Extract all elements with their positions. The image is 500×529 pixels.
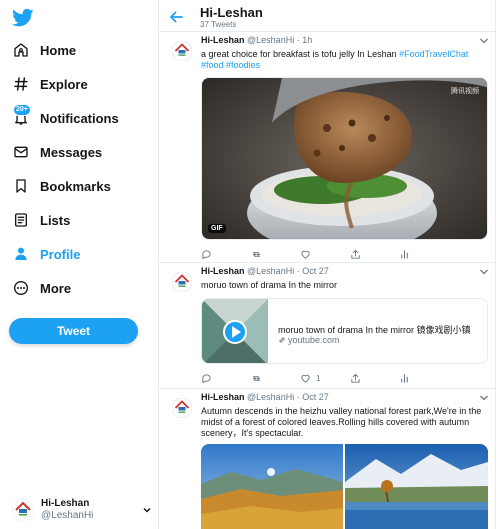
nav-notifications-label: Notifications: [40, 110, 119, 126]
retweet-icon: [252, 251, 260, 257]
nav-explore-label: Explore: [40, 76, 88, 92]
gif-badge: GIF: [208, 224, 226, 233]
page-title: Hi-Leshan: [200, 5, 263, 20]
avatar[interactable]: [172, 41, 192, 61]
reply-button[interactable]: [201, 372, 243, 384]
media-watermark: 腾讯视频: [451, 88, 479, 95]
avatar[interactable]: [172, 398, 192, 418]
hashtag-link[interactable]: #food: [201, 60, 224, 70]
nav-bookmarks[interactable]: Bookmarks: [12, 174, 111, 198]
tweet-text: Autumn descends in the heizhu valley nat…: [201, 406, 482, 438]
tweet-text: moruo town of drama In the mirror: [201, 280, 338, 290]
nav-profile[interactable]: Profile: [12, 242, 80, 266]
heart-icon: [301, 250, 310, 259]
analytics-button[interactable]: [399, 248, 441, 260]
reply-icon: [202, 249, 211, 259]
like-button[interactable]: 1: [300, 372, 342, 384]
autumn-photo-left[interactable]: [201, 444, 488, 529]
reply-icon: [202, 373, 211, 383]
share-icon: [350, 249, 360, 259]
sidebar: Home Explore 20+ Notifications Messages …: [0, 0, 158, 529]
link-card-domain: youtube.com: [278, 335, 340, 345]
tweet-handle: @LeshanHi: [247, 392, 295, 402]
tweet-author-name[interactable]: Hi-Leshan: [201, 266, 245, 276]
account-name: Hi-Leshan: [41, 498, 90, 509]
more-icon: [12, 279, 30, 297]
share-icon: [350, 373, 360, 383]
tweet-photos: [201, 444, 488, 529]
twitter-logo-icon[interactable]: [12, 8, 34, 28]
like-button[interactable]: [300, 248, 342, 260]
account-switcher[interactable]: Hi-Leshan @LeshanHi: [12, 496, 152, 524]
timeline: Hi-Leshan 37 Tweets Hi-Leshan @LeshanHi …: [158, 0, 496, 529]
analytics-button[interactable]: [399, 372, 441, 384]
chevron-down-icon: [143, 507, 151, 513]
tweet-author-name[interactable]: Hi-Leshan: [201, 392, 245, 402]
link-card[interactable]: moruo town of drama In the mirror 镜像戏剧小镇…: [201, 298, 488, 364]
share-button[interactable]: [350, 372, 392, 384]
tweet-author-name[interactable]: Hi-Leshan: [201, 35, 245, 45]
tweet-gif[interactable]: 腾讯视频 GIF: [201, 77, 488, 240]
tweet-text: a great choice for breakfast is tofu jel…: [201, 49, 469, 70]
tweet-handle: @LeshanHi: [247, 266, 295, 276]
retweet-icon: [252, 375, 260, 381]
tweet-header: Hi-Leshan @LeshanHi · 1h: [201, 35, 313, 45]
nav-more[interactable]: More: [12, 276, 71, 300]
profile-header: Hi-Leshan 37 Tweets: [159, 0, 495, 32]
person-icon: [12, 245, 30, 263]
video-thumbnail: [202, 299, 268, 363]
tweet-handle: @LeshanHi: [247, 35, 295, 45]
tweet-time[interactable]: Oct 27: [302, 392, 329, 402]
nav-profile-label: Profile: [40, 246, 81, 262]
tweet-header: Hi-Leshan @LeshanHi · Oct 27: [201, 266, 329, 276]
nav-home-label: Home: [40, 42, 77, 58]
nav-messages-label: Messages: [40, 144, 103, 160]
nav-messages[interactable]: Messages: [12, 140, 102, 164]
tweet-time[interactable]: 1h: [302, 35, 312, 45]
nav-more-label: More: [40, 280, 72, 296]
notifications-badge: 20+: [13, 104, 31, 116]
nav-notifications[interactable]: 20+ Notifications: [12, 104, 119, 130]
share-button[interactable]: [350, 248, 392, 260]
tweet-menu-caret-icon[interactable]: [479, 37, 489, 45]
nav-home[interactable]: Home: [12, 38, 76, 62]
tweet-item[interactable]: Hi-Leshan @LeshanHi · Oct 27 Autumn desc…: [159, 390, 495, 529]
tweet-count: 37 Tweets: [200, 20, 237, 29]
envelope-icon: [12, 143, 30, 161]
list-icon: [12, 211, 30, 229]
back-arrow-icon[interactable]: [169, 10, 183, 24]
account-handle: @LeshanHi: [41, 510, 94, 521]
retweet-button[interactable]: [251, 248, 293, 260]
nav-lists-label: Lists: [40, 212, 71, 228]
analytics-icon: [401, 249, 408, 259]
nav-bookmarks-label: Bookmarks: [40, 178, 111, 194]
avatar: [12, 499, 34, 521]
hashtag-link[interactable]: #foodies: [226, 60, 260, 70]
analytics-icon: [401, 373, 408, 383]
like-count: 1: [316, 373, 321, 383]
heart-icon: [301, 374, 310, 383]
nav-lists[interactable]: Lists: [12, 208, 70, 232]
link-icon: [279, 337, 285, 343]
tweet-header: Hi-Leshan @LeshanHi · Oct 27: [201, 392, 329, 402]
nav-explore[interactable]: Explore: [12, 72, 88, 96]
tweet-time[interactable]: Oct 27: [302, 266, 329, 276]
tweet-button[interactable]: Tweet: [9, 318, 138, 344]
tweet-menu-caret-icon[interactable]: [479, 268, 489, 276]
food-gif-image: [202, 78, 487, 239]
tweet-menu-caret-icon[interactable]: [479, 394, 489, 402]
hashtag-link[interactable]: #FoodTravelChat: [399, 49, 468, 59]
bookmark-icon: [12, 177, 30, 195]
hashtag-icon: [12, 75, 30, 93]
tweet-item[interactable]: Hi-Leshan @LeshanHi · 1h a great choice …: [159, 33, 495, 263]
reply-button[interactable]: [201, 248, 243, 260]
tweet-item[interactable]: Hi-Leshan @LeshanHi · Oct 27 moruo town …: [159, 264, 495, 389]
home-icon: [12, 41, 30, 59]
retweet-button[interactable]: [251, 372, 293, 384]
tweet-actions: 1: [201, 372, 441, 384]
bell-icon: 20+: [12, 104, 31, 127]
avatar[interactable]: [172, 272, 192, 292]
tweet-actions: [201, 248, 441, 260]
